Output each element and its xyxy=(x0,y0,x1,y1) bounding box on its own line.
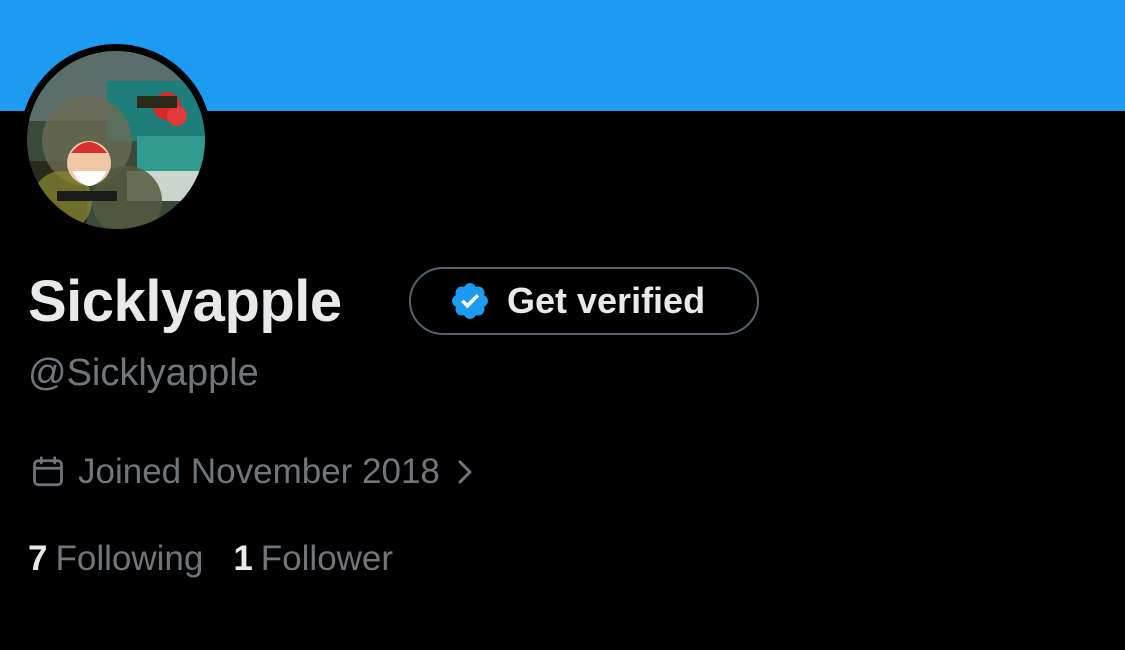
following-label: Following xyxy=(55,539,204,578)
display-name: Sicklyapple xyxy=(28,269,342,334)
following-count: 7 xyxy=(28,539,48,578)
followers-label: Follower xyxy=(260,539,394,578)
profile-handle: @Sicklyapple xyxy=(28,352,259,394)
chevron-right-icon xyxy=(458,460,472,484)
avatar[interactable] xyxy=(27,51,205,229)
following-link[interactable]: 7 Following xyxy=(28,539,203,579)
get-verified-button[interactable]: Get verified xyxy=(409,267,759,335)
avatar-image xyxy=(27,51,205,229)
joined-date-text: Joined November 2018 xyxy=(78,452,440,491)
get-verified-label: Get verified xyxy=(507,280,706,321)
joined-date-row[interactable]: Joined November 2018 xyxy=(30,449,478,495)
followers-count: 1 xyxy=(233,539,253,578)
display-name-row: Sicklyapple xyxy=(28,266,342,338)
followers-link[interactable]: 1 Follower xyxy=(233,539,393,579)
profile-page: Sicklyapple Get verified @Sicklyapple Jo… xyxy=(0,0,1125,650)
follow-stats: 7 Following 1 Follower xyxy=(28,536,423,582)
calendar-icon xyxy=(33,456,63,487)
verified-badge-icon xyxy=(452,283,488,319)
